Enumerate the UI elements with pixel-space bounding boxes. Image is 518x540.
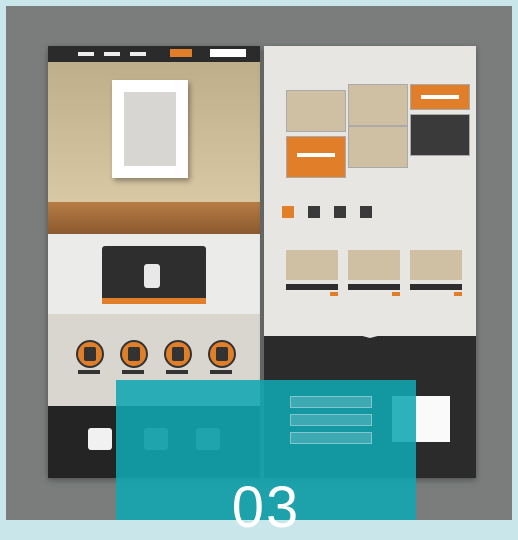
price-tag	[392, 292, 400, 296]
form-field	[290, 396, 372, 408]
camera-circle-icon	[164, 340, 192, 368]
icon-label	[166, 370, 188, 374]
tile-image	[286, 90, 346, 132]
tile-image	[348, 126, 408, 168]
overlay-number: 03	[231, 475, 301, 540]
screen-progress-bar	[102, 298, 206, 304]
camera-circle-icon	[120, 340, 148, 368]
nav-search	[210, 49, 246, 57]
price-tag	[454, 292, 462, 296]
form-field	[290, 432, 372, 444]
section-divider	[264, 310, 476, 338]
product-image	[348, 250, 400, 280]
top-nav-bar	[48, 46, 260, 62]
tab	[308, 206, 320, 218]
tile-image	[410, 114, 470, 156]
nav-item	[130, 52, 146, 56]
tab-active	[282, 206, 294, 218]
camera-icon	[144, 264, 160, 288]
camera-circle-icon	[208, 340, 236, 368]
picture-frame-image	[112, 80, 188, 178]
camera-circle-icon	[76, 340, 104, 368]
icon-label	[122, 370, 144, 374]
price-tag	[330, 292, 338, 296]
product-image	[286, 250, 338, 280]
tile-promo	[410, 84, 470, 110]
product-caption	[286, 284, 338, 290]
icon-label	[78, 370, 100, 374]
tab	[360, 206, 372, 218]
icon-label	[210, 370, 232, 374]
product-caption	[348, 284, 400, 290]
nav-item-active	[170, 49, 192, 57]
category-tabs	[268, 206, 458, 222]
tile-grid	[276, 84, 470, 178]
product-thumb-icon	[88, 428, 112, 450]
product-caption	[410, 284, 462, 290]
product-image	[410, 250, 462, 280]
nav-item	[78, 52, 94, 56]
tile-promo	[286, 136, 346, 178]
tv-screen-image	[102, 246, 206, 304]
tab	[334, 206, 346, 218]
wood-floor	[48, 202, 260, 234]
tile-image	[348, 84, 408, 126]
form-field	[290, 414, 372, 426]
nav-item	[104, 52, 120, 56]
